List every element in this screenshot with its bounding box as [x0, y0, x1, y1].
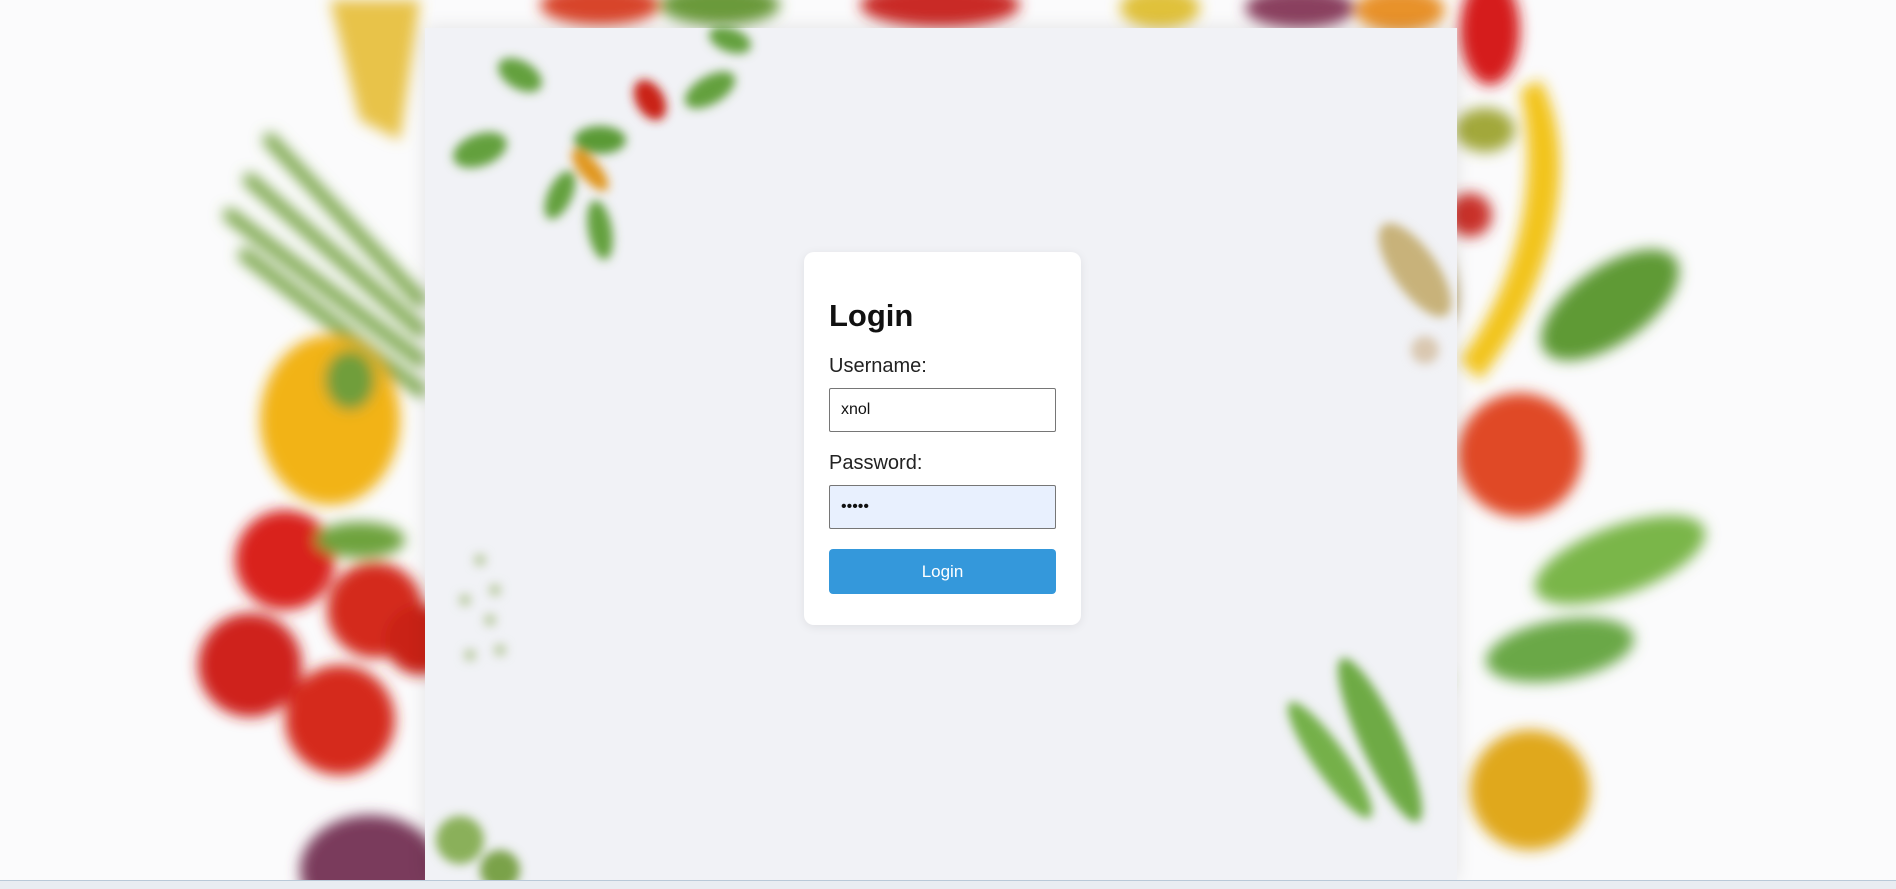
login-button[interactable]: Login: [829, 549, 1056, 594]
username-input[interactable]: [829, 388, 1056, 432]
password-label: Password:: [829, 452, 923, 474]
login-title: Login: [829, 298, 914, 333]
login-card: Login Username: Password: Login: [804, 252, 1081, 625]
username-label: Username:: [829, 355, 927, 377]
window-bottom-edge: [0, 880, 1896, 889]
page: Login Username: Password: Login: [0, 0, 1896, 889]
password-input[interactable]: [829, 485, 1056, 529]
